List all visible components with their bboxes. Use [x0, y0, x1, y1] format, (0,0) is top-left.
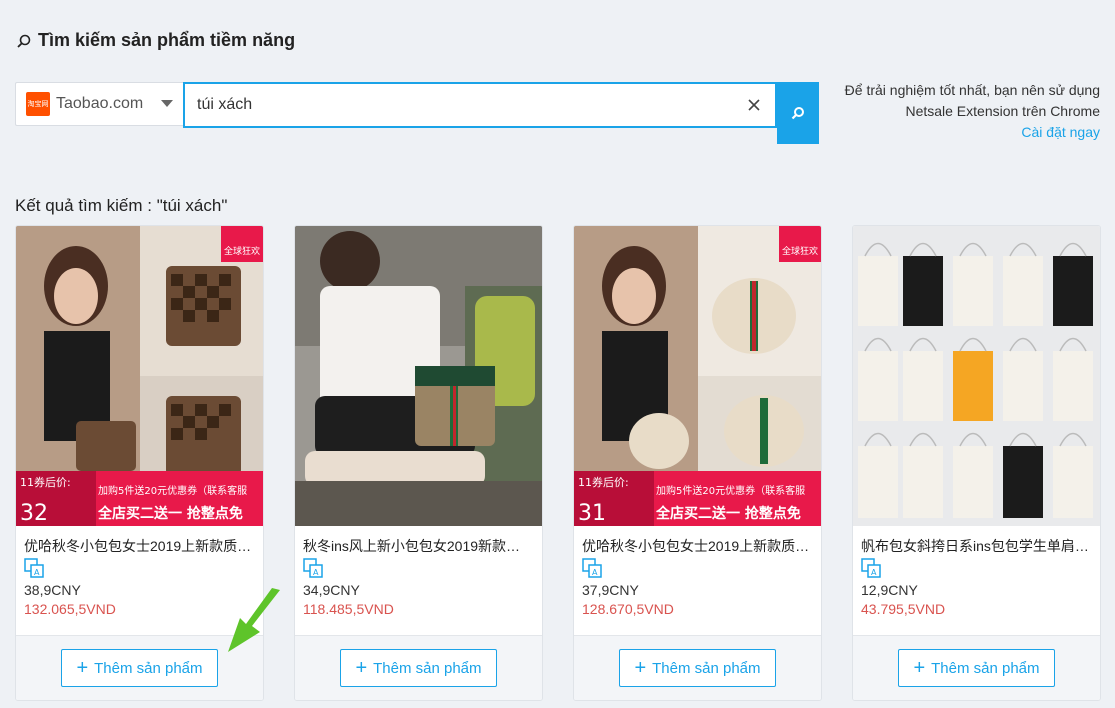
install-link[interactable]: Cài đặt ngay — [840, 122, 1100, 143]
product-title[interactable]: 秋冬ins风上新小包包女2019新款潮… — [303, 536, 534, 554]
chevron-down-icon — [161, 100, 173, 107]
product-image[interactable] — [853, 226, 1100, 526]
product-image[interactable]: 全球狂欢 11券后价: 31 加购5件送20元优惠券（联系客服 全店买二送一 抢… — [574, 226, 821, 526]
taobao-logo: 淘宝网 — [26, 92, 50, 116]
svg-text:11券后价:: 11券后价: — [20, 475, 71, 489]
add-product-button[interactable]: + Thêm sản phẩm — [619, 649, 776, 687]
plus-icon: + — [76, 657, 89, 679]
extension-note-text: Để trải nghiệm tốt nhất, bạn nên sử dụng… — [844, 82, 1100, 119]
page-heading: Tìm kiếm sản phẩm tiềm năng — [16, 30, 295, 51]
translate-icon[interactable]: A — [582, 558, 602, 578]
product-image[interactable]: 全球狂欢 11券后价: 32 加购5件送20元优惠券（联系客服 全店买二送一 抢… — [16, 226, 263, 526]
search-input[interactable] — [185, 84, 725, 126]
pointer-arrow-icon — [228, 588, 280, 652]
search-icon — [791, 107, 804, 120]
translate-icon[interactable]: A — [861, 558, 881, 578]
product-title[interactable]: 帆布包女斜挎日系ins包包学生单肩… — [861, 536, 1092, 554]
corner-badge: 全球狂欢 — [782, 245, 818, 257]
plus-icon: + — [355, 657, 368, 679]
price-vnd: 128.670,5VND — [582, 601, 674, 617]
extension-note: Để trải nghiệm tốt nhất, bạn nên sử dụng… — [840, 80, 1100, 143]
svg-text:A: A — [34, 568, 40, 577]
corner-badge: 全球狂欢 — [224, 245, 260, 257]
product-card: 全球狂欢 11券后价: 31 加购5件送20元优惠券（联系客服 全店买二送一 抢… — [573, 225, 822, 701]
price-cny: 12,9CNY — [861, 582, 918, 598]
page-title: Tìm kiếm sản phẩm tiềm năng — [38, 30, 296, 50]
plus-icon: + — [913, 657, 926, 679]
price-cny: 37,9CNY — [582, 582, 639, 598]
svg-text:11券后价:: 11券后价: — [578, 475, 629, 489]
svg-text:A: A — [592, 568, 598, 577]
card-footer: + Thêm sản phẩm — [295, 635, 542, 700]
add-product-button[interactable]: + Thêm sản phẩm — [898, 649, 1055, 687]
product-title[interactable]: 优哈秋冬小包包女士2019上新款质… — [582, 536, 813, 554]
product-grid: 全球狂欢 11券后价: 32 加购5件送20元优惠券（联系客服 全店买二送一 抢… — [15, 225, 1101, 701]
search-button[interactable] — [777, 82, 819, 144]
results-title: Kết quả tìm kiếm : "túi xách" — [15, 196, 228, 215]
price-vnd: 43.795,5VND — [861, 601, 946, 617]
svg-text:31: 31 — [578, 501, 606, 526]
add-product-button[interactable]: + Thêm sản phẩm — [61, 649, 218, 687]
svg-text:A: A — [871, 568, 877, 577]
translate-icon[interactable]: A — [24, 558, 44, 578]
price-cny: 34,9CNY — [303, 582, 360, 598]
product-card: 帆布包女斜挎日系ins包包学生单肩… A 12,9CNY 43.795,5VND… — [852, 225, 1101, 701]
price-vnd: 118.485,5VND — [303, 601, 394, 617]
product-title[interactable]: 优哈秋冬小包包女士2019上新款质… — [24, 536, 255, 554]
add-product-button[interactable]: + Thêm sản phẩm — [340, 649, 497, 687]
close-icon[interactable] — [745, 96, 763, 114]
price-cny: 38,9CNY — [24, 582, 81, 598]
translate-icon[interactable]: A — [303, 558, 323, 578]
svg-text:全店买二送一 抢整点免: 全店买二送一 抢整点免 — [97, 505, 243, 522]
product-info: 优哈秋冬小包包女士2019上新款质… A 37,9CNY 128.670,5VN… — [574, 526, 821, 636]
svg-text:加购5件送20元优惠券（联系客服: 加购5件送20元优惠券（联系客服 — [98, 484, 247, 497]
source-label: Taobao.com — [56, 95, 144, 112]
product-image[interactable] — [295, 226, 542, 526]
product-card: 秋冬ins风上新小包包女2019新款潮… A 34,9CNY 118.485,5… — [294, 225, 543, 701]
svg-text:加购5件送20元优惠券（联系客服: 加购5件送20元优惠券（联系客服 — [656, 484, 805, 497]
svg-text:32: 32 — [20, 501, 48, 526]
card-footer: + Thêm sản phẩm — [574, 635, 821, 700]
search-icon — [17, 34, 31, 48]
card-footer: + Thêm sản phẩm — [853, 635, 1100, 700]
plus-icon: + — [634, 657, 647, 679]
price-vnd: 132.065,5VND — [24, 601, 116, 617]
search-input-wrapper — [183, 82, 777, 128]
search-bar: 淘宝网 Taobao.com — [15, 82, 819, 144]
source-dropdown[interactable]: 淘宝网 Taobao.com — [15, 82, 183, 126]
svg-text:A: A — [313, 568, 319, 577]
product-info: 秋冬ins风上新小包包女2019新款潮… A 34,9CNY 118.485,5… — [295, 526, 542, 636]
product-info: 帆布包女斜挎日系ins包包学生单肩… A 12,9CNY 43.795,5VND — [853, 526, 1100, 636]
svg-text:全店买二送一 抢整点免: 全店买二送一 抢整点免 — [655, 505, 801, 522]
